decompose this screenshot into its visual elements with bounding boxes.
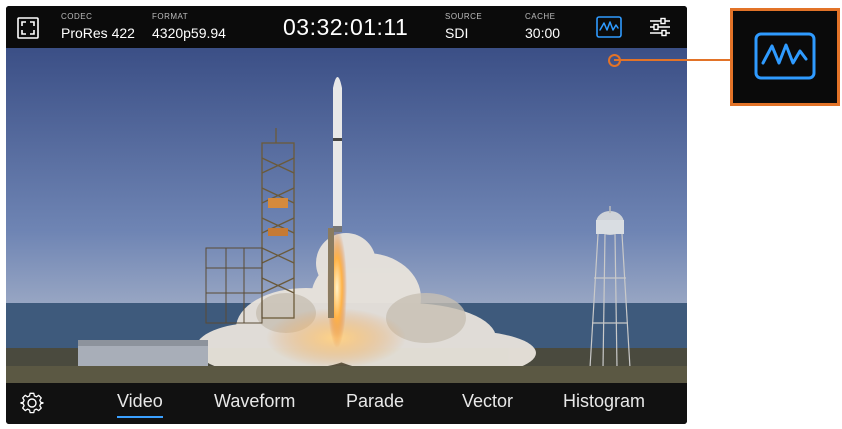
timecode: 03:32:01:11	[283, 14, 409, 40]
sliders-settings-icon	[650, 17, 670, 37]
codec-value: ProRes 422	[61, 25, 135, 41]
source-label: SOURCE	[445, 12, 483, 21]
format-readout: FORMAT 4320p59.94	[152, 12, 226, 42]
tab-parade[interactable]: Parade	[346, 391, 404, 412]
fullscreen-icon	[17, 17, 39, 39]
fullscreen-button[interactable]	[17, 17, 39, 39]
scope-tab-bar: Video Waveform Parade Vector Histogram	[6, 383, 687, 424]
format-value: 4320p59.94	[152, 25, 226, 41]
gear-icon	[20, 392, 44, 414]
tab-waveform[interactable]: Waveform	[214, 391, 295, 412]
tab-vector[interactable]: Vector	[462, 391, 513, 412]
rocket-launch-image	[6, 48, 687, 383]
settings-button[interactable]	[20, 391, 44, 415]
source-value: SDI	[445, 25, 469, 41]
status-bar: CODEC ProRes 422 FORMAT 4320p59.94 03:32…	[6, 6, 687, 48]
cache-value: 30:00	[525, 25, 561, 41]
waveform-scope-icon	[754, 32, 816, 80]
tab-histogram[interactable]: Histogram	[563, 391, 645, 412]
tab-video[interactable]: Video	[117, 391, 163, 418]
cache-readout: CACHE 30:00	[525, 12, 560, 42]
codec-label: CODEC	[61, 12, 93, 21]
codec-readout: CODEC ProRes 422	[61, 12, 135, 42]
callout-leader-line	[614, 59, 732, 61]
sliders-button[interactable]	[649, 16, 671, 38]
cache-label: CACHE	[525, 12, 556, 21]
callout-zoom-box	[730, 8, 840, 106]
format-label: FORMAT	[152, 12, 189, 21]
video-picture	[6, 48, 687, 383]
monitor-display: CODEC ProRes 422 FORMAT 4320p59.94 03:32…	[6, 6, 687, 424]
scope-button[interactable]	[596, 16, 622, 38]
waveform-scope-icon	[596, 16, 622, 38]
source-readout: SOURCE SDI	[445, 12, 482, 42]
